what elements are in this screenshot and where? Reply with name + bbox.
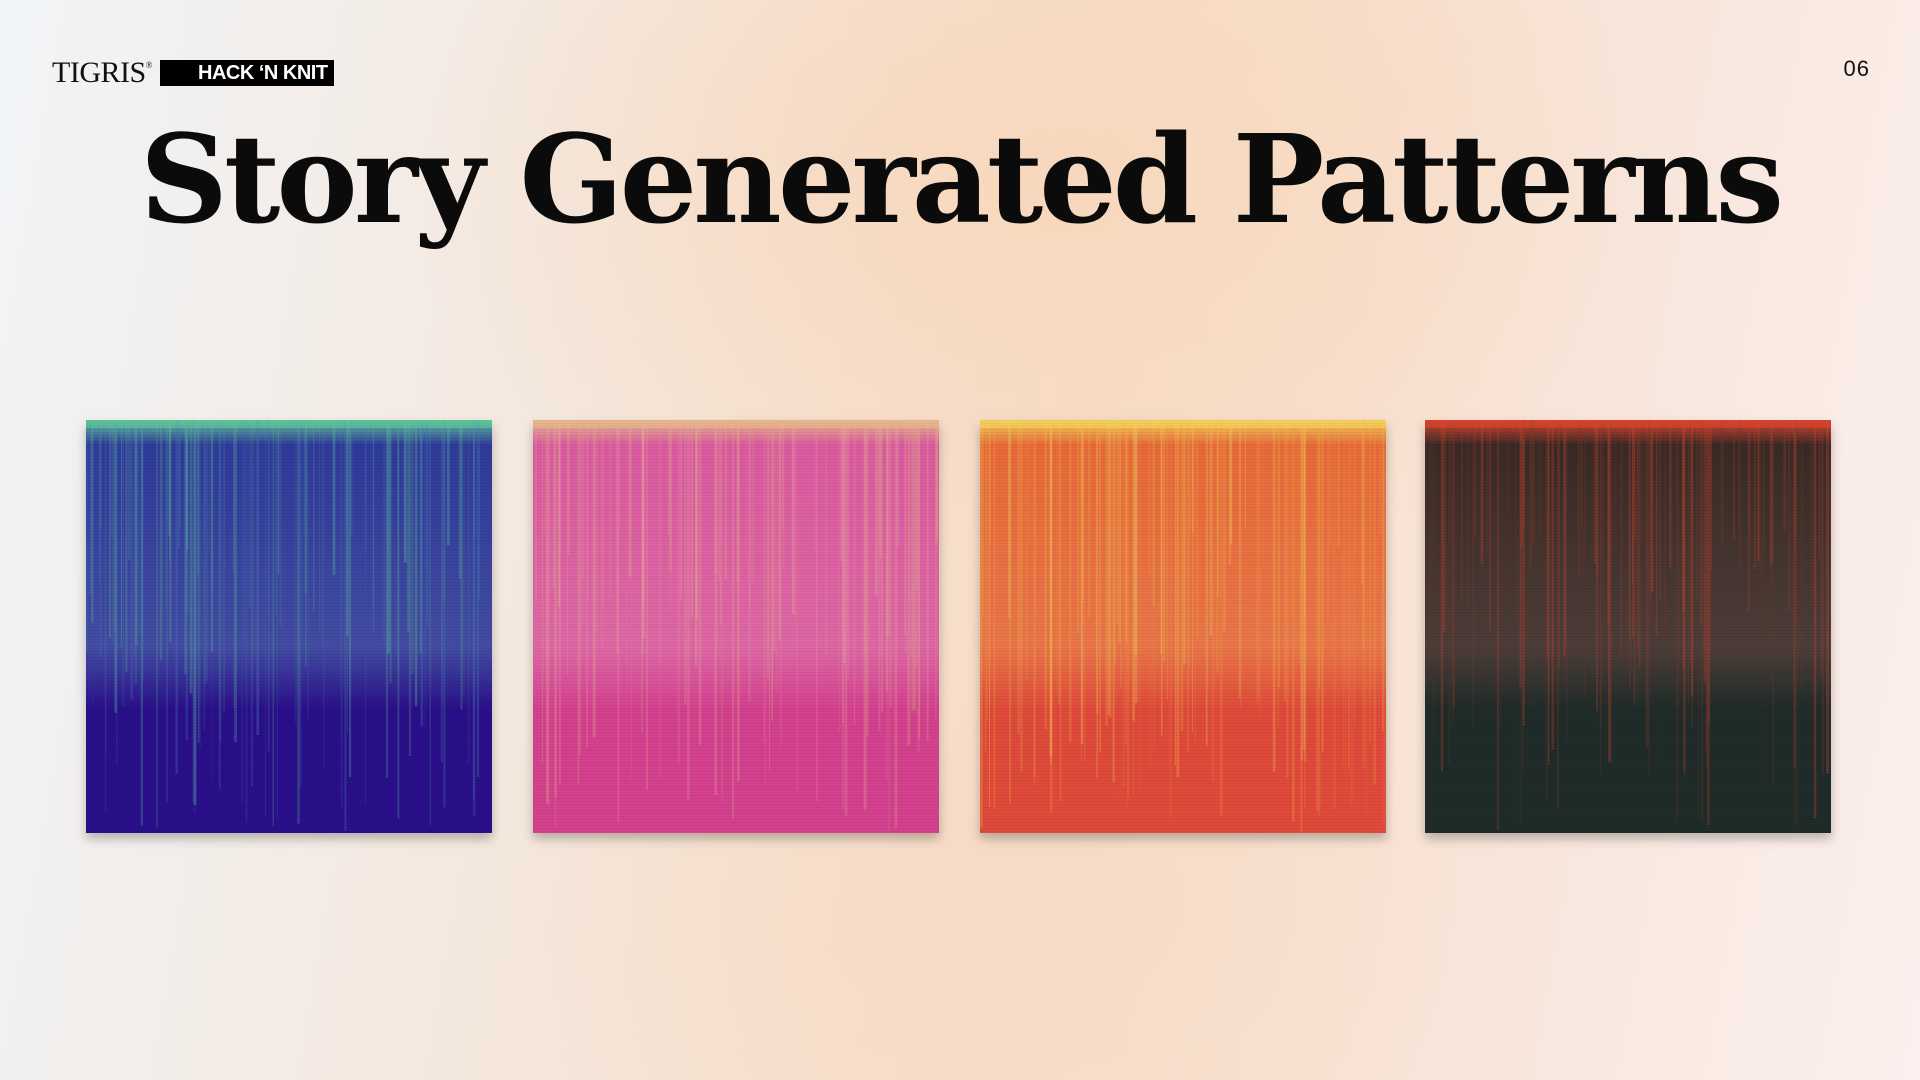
pattern-tile-pink [533,420,939,833]
tigris-logo: TIGRIS® [52,56,153,89]
page-number: 06 [1843,56,1870,81]
hack-n-knit-logo: HACK ‘N KNIT [160,60,334,86]
header: TIGRIS® HACK ‘N KNIT [52,58,334,88]
pattern-tile-indigo [86,420,492,833]
page-title: Story Generated Patterns [139,107,1784,251]
pattern-tile-dark [1425,420,1831,833]
pattern-tile-orange [980,420,1386,833]
